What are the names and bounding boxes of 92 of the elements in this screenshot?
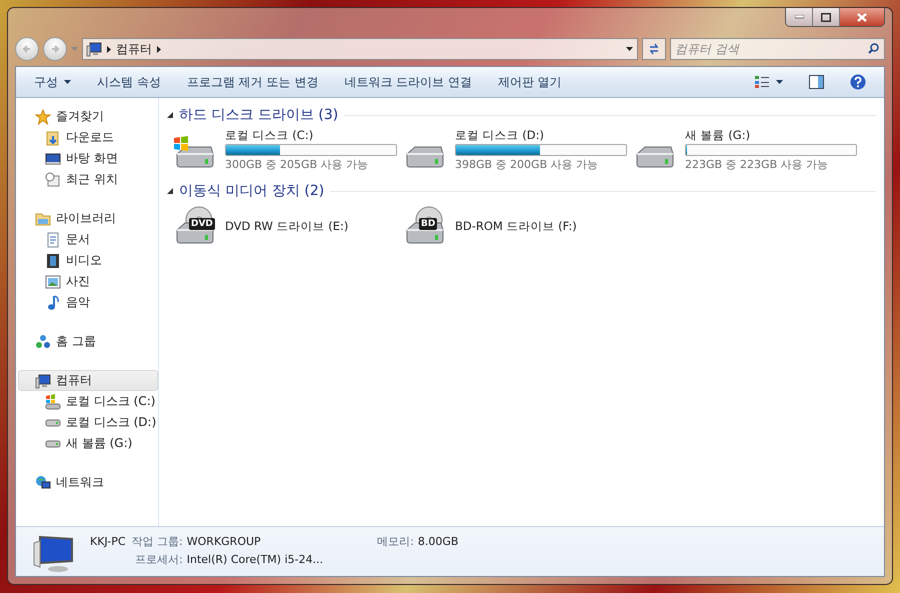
breadcrumb[interactable]: 컴퓨터 (116, 40, 152, 58)
back-button[interactable] (15, 37, 39, 61)
hard-drive-icon (635, 146, 675, 168)
nav-item[interactable]: 최근 위치 (18, 169, 158, 190)
field-label: 메모리: (377, 534, 414, 549)
refresh-icon (648, 43, 660, 55)
search-field[interactable]: 컴퓨터 검색 (670, 38, 885, 60)
music-note-icon (45, 294, 61, 310)
close-icon (857, 12, 867, 22)
caret-icon (71, 47, 78, 51)
windows-flag-icon (173, 136, 189, 152)
nav-item[interactable]: 컴퓨터 (18, 370, 158, 391)
toolbar-button[interactable]: 네트워크 드라이브 연결 (332, 70, 484, 94)
drive-tile[interactable]: 로컬 디스크 (D:) 398GB 중 200GB 사용 가능 (403, 128, 633, 172)
computer-name: KKJ-PC (90, 535, 126, 548)
group-heading: 이동식 미디어 장치 (2) (179, 182, 324, 200)
nav-item[interactable]: 홈 그룹 (18, 331, 158, 352)
library-icon (35, 210, 51, 226)
pane-icon (809, 75, 824, 89)
nav-item[interactable]: 비디오 (18, 250, 158, 271)
hard-drive-icon (45, 418, 61, 426)
address-bar[interactable]: 컴퓨터 (82, 38, 638, 60)
help-icon (850, 74, 866, 90)
toolbar-button[interactable]: 프로그램 제거 또는 변경 (174, 70, 330, 94)
folder-download-icon (45, 130, 61, 146)
drive-name: BD-ROM 드라이브 (F:) (455, 218, 577, 234)
search-icon (868, 43, 879, 54)
free-space-text: 223GB 중 223GB 사용 가능 (685, 157, 830, 172)
toolbar-button[interactable]: 시스템 속성 (85, 70, 173, 94)
view-list-icon (754, 75, 770, 89)
field-label: 프로세서: (134, 552, 183, 567)
star-icon (35, 108, 51, 124)
picture-icon (45, 274, 61, 290)
network-icon (35, 474, 51, 490)
forward-arrow-icon (50, 44, 60, 54)
recent-places-icon (45, 172, 61, 188)
back-arrow-icon (22, 44, 32, 54)
toolbar-button[interactable]: 제어판 열기 (486, 70, 574, 94)
forward-button[interactable] (43, 37, 67, 61)
desktop-icon (45, 150, 61, 166)
hard-drive-icon (175, 146, 215, 168)
field-value: 8.00GB (418, 535, 458, 548)
nav-item[interactable]: 문서 (18, 229, 158, 250)
computer-icon (86, 41, 102, 57)
nav-item[interactable]: 다운로드 (18, 127, 158, 148)
caret-icon (776, 80, 783, 84)
free-space-text: 398GB 중 200GB 사용 가능 (455, 157, 600, 172)
drive-tile[interactable]: DVD DVD RW 드라이브 (E:) (173, 204, 403, 248)
chevron-icon (107, 46, 111, 52)
media-type-label: DVD (189, 218, 215, 230)
drive-name: 로컬 디스크 (D:) (455, 128, 546, 143)
refresh-button[interactable] (642, 38, 666, 60)
film-icon (45, 252, 61, 268)
dropdown-caret-icon[interactable] (626, 47, 633, 51)
document-icon (45, 232, 61, 248)
nav-item[interactable]: 로컬 디스크 (C:) (18, 391, 158, 412)
nav-item[interactable]: 바탕 화면 (18, 148, 158, 169)
collapse-triangle-icon[interactable] (167, 188, 173, 194)
minimize-button[interactable] (786, 8, 812, 26)
media-type-label: BD (419, 218, 438, 230)
drive-tile[interactable]: 로컬 디스크 (C:) 300GB 중 205GB 사용 가능 (173, 128, 403, 172)
menu-button[interactable]: 구성 (22, 70, 83, 94)
drive-name: DVD RW 드라이브 (E:) (225, 218, 348, 234)
hard-drive-icon (405, 146, 445, 168)
drive-tile[interactable]: 새 볼륨 (G:) 223GB 중 223GB 사용 가능 (633, 128, 863, 172)
field-value: WORKGROUP (186, 535, 262, 548)
nav-item[interactable]: 음악 (18, 292, 158, 313)
free-space-text: 300GB 중 205GB 사용 가능 (225, 157, 370, 172)
nav-item[interactable]: 네트워크 (18, 472, 158, 493)
nav-item[interactable]: 라이브러리 (18, 208, 158, 229)
collapse-triangle-icon[interactable] (167, 112, 173, 118)
close-button[interactable] (839, 8, 884, 26)
hard-drive-icon (45, 440, 61, 448)
drive-tile[interactable]: BD BD-ROM 드라이브 (F:) (403, 204, 633, 248)
maximize-button[interactable] (812, 8, 839, 26)
chevron-icon (157, 46, 161, 52)
nav-item[interactable]: 새 볼륨 (G:) (18, 433, 158, 454)
field-value: Intel(R) Core(TM) i5-24... (186, 553, 324, 566)
minimize-icon (794, 15, 804, 19)
field-label: 작업 그룹: (132, 534, 183, 549)
computer-monitor-icon (32, 535, 76, 573)
computer-icon (35, 372, 51, 388)
nav-item[interactable]: 로컬 디스크 (D:) (18, 412, 158, 433)
group-heading: 하드 디스크 드라이브 (3) (179, 106, 338, 124)
drive-name: 로컬 디스크 (C:) (225, 128, 314, 143)
nav-item[interactable]: 즐겨찾기 (18, 106, 158, 127)
homegroup-icon (35, 334, 51, 350)
nav-item[interactable]: 사진 (18, 271, 158, 292)
caret-icon (64, 80, 71, 84)
system-drive-icon (45, 394, 61, 410)
maximize-icon (821, 12, 831, 22)
drive-name: 새 볼륨 (G:) (685, 128, 752, 143)
